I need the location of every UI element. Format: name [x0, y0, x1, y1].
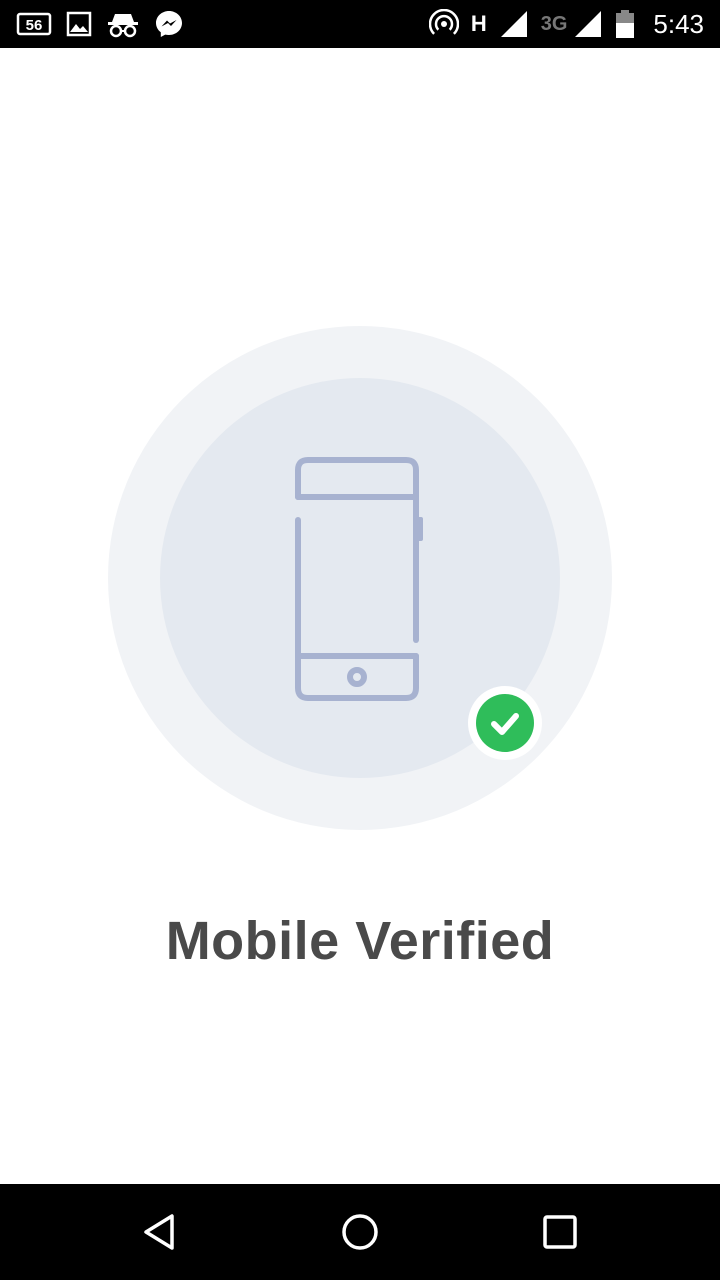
- smartphone-icon: [292, 454, 428, 707]
- home-circle-icon: [340, 1212, 380, 1252]
- back-button[interactable]: [136, 1208, 184, 1256]
- signal-h-icon: [499, 9, 529, 39]
- image-icon: [66, 11, 92, 37]
- recents-button[interactable]: [536, 1208, 584, 1256]
- network-3g-label: 3G: [540, 12, 568, 35]
- clock: 5:43: [653, 8, 704, 39]
- network-h-label: H: [470, 11, 487, 36]
- check-icon: [488, 706, 522, 740]
- verified-badge-fill: [476, 694, 534, 752]
- illustration-outer-ring: [108, 326, 612, 830]
- verification-screen: Mobile Verified: [0, 48, 720, 1184]
- status-bar-right: H 3G 5:43: [428, 0, 704, 48]
- status-bar: 56 H 3G 5:43: [0, 0, 720, 48]
- badge-56-text: 56: [26, 17, 43, 34]
- home-button[interactable]: [336, 1208, 384, 1256]
- status-bar-left: 56: [16, 0, 184, 48]
- navigation-bar: [0, 1184, 720, 1280]
- signal-3g-icon: [573, 9, 603, 39]
- hotspot-icon: [428, 9, 459, 39]
- incognito-icon: [106, 10, 140, 38]
- battery-icon: [615, 9, 635, 39]
- recents-square-icon: [540, 1212, 580, 1252]
- page-title: Mobile Verified: [165, 911, 555, 971]
- messenger-icon: [154, 9, 184, 39]
- badge-56-icon: 56: [16, 10, 52, 38]
- verified-badge: [468, 686, 542, 760]
- back-triangle-icon: [140, 1212, 180, 1252]
